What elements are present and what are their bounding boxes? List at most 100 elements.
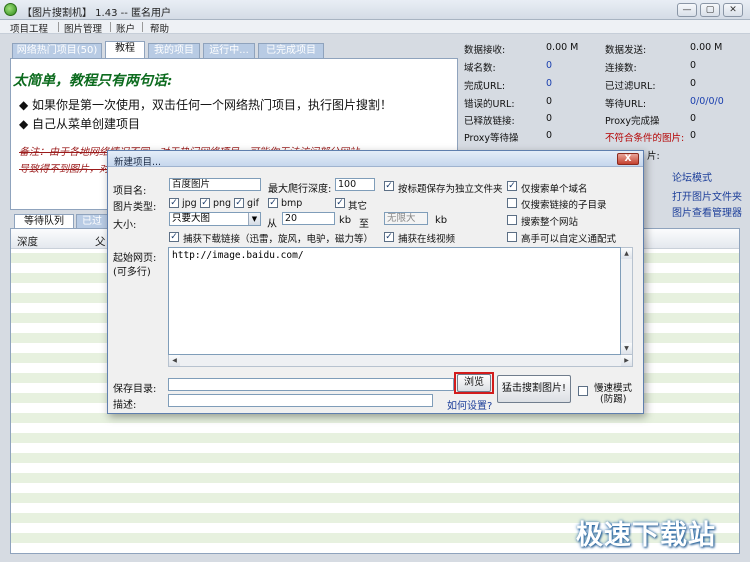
tab-running[interactable]: 运行中... xyxy=(203,43,255,58)
size-from-input[interactable]: 20 xyxy=(282,212,335,225)
queue-row-stripe xyxy=(11,493,739,503)
capture-video-label: 捕获在线视频 xyxy=(398,234,456,245)
menu-separator xyxy=(142,22,143,32)
tutorial-line-1: ◆ 如果你是第一次使用，双击任何一个网络热门项目，执行图片搜割！ xyxy=(19,98,393,112)
stat-value: 0 xyxy=(546,96,553,107)
other-type-checkbox[interactable]: ✓ xyxy=(335,198,345,208)
bmp-checkbox[interactable]: ✓ xyxy=(268,198,278,208)
tutorial-line-2: ◆ 自己从菜单创建项目 xyxy=(19,117,141,131)
stat-label: 域名数: xyxy=(464,63,496,74)
scroll-up-icon[interactable]: ▲ xyxy=(621,248,632,259)
column-depth[interactable]: 深度 xyxy=(17,234,38,249)
menu-image-manage[interactable]: 图片管理 xyxy=(64,21,102,35)
dialog-close-button[interactable]: X xyxy=(617,153,639,165)
save-dir-label: 保存目录: xyxy=(113,384,157,395)
start-page-label: 起始网页: xyxy=(113,253,157,264)
description-input[interactable] xyxy=(168,394,433,407)
stat-label: 完成URL: xyxy=(464,81,506,92)
close-button[interactable]: ✕ xyxy=(723,3,743,17)
chevron-down-icon: ▼ xyxy=(248,213,260,225)
stat-value: 0.00 M xyxy=(690,42,723,53)
stat-value: 0 xyxy=(690,78,697,89)
image-viewer-link[interactable]: 图片查看管理器 xyxy=(672,204,742,219)
only-subdir-label: 仅搜索链接的子目录 xyxy=(521,200,607,211)
stat-value: 0/0/0/0 xyxy=(690,96,724,107)
new-project-dialog: 新建项目... X 项目名: 百度图片 最大爬行深度: 100 ✓ 按标题保存为… xyxy=(107,150,644,414)
title-bar: 【图片搜割机】 1.43 -- 匿名用户 — ▢ ✕ xyxy=(0,0,750,20)
save-dir-input[interactable] xyxy=(168,378,454,391)
kb-label: kb xyxy=(435,215,448,226)
kb-label: kb xyxy=(339,215,352,226)
stat-value: 0 xyxy=(546,60,553,71)
dialog-title: 新建项目... xyxy=(114,157,162,168)
slow-mode-checkbox[interactable] xyxy=(578,386,588,396)
whole-site-checkbox[interactable] xyxy=(507,215,517,225)
save-by-title-label: 按标题保存为独立文件夹 xyxy=(398,184,503,195)
tab-my-projects[interactable]: 我的项目 xyxy=(148,43,200,58)
app-icon xyxy=(4,3,17,16)
stat-label: Proxy等待操 xyxy=(464,133,519,144)
size-to-input[interactable]: 无限大 xyxy=(384,212,428,225)
png-label: png xyxy=(213,198,232,209)
start-page-hint: (可多行) xyxy=(113,267,151,278)
project-name-label: 项目名: xyxy=(113,186,147,197)
size-label: 大小: xyxy=(113,220,137,231)
watermark: 极速下载站 xyxy=(576,520,716,551)
start-page-textarea[interactable]: http://image.baidu.com/ xyxy=(168,247,621,355)
stat-label: 已过滤URL: xyxy=(605,81,656,92)
queue-row-stripe xyxy=(11,453,739,463)
stat-label: 错误的URL: xyxy=(464,99,515,110)
only-subdir-checkbox[interactable] xyxy=(507,198,517,208)
capture-video-checkbox[interactable]: ✓ xyxy=(384,232,394,242)
custom-wildcard-checkbox[interactable] xyxy=(507,232,517,242)
minimize-button[interactable]: — xyxy=(677,3,697,17)
menu-project[interactable]: 项目工程 xyxy=(10,21,48,35)
browse-button[interactable]: 浏览 xyxy=(457,374,491,392)
start-crawl-button[interactable]: 猛击搜割图片! xyxy=(497,375,571,403)
stat-label: 数据接收: xyxy=(464,45,506,56)
stat-value: 0 xyxy=(690,60,697,71)
capture-links-checkbox[interactable]: ✓ xyxy=(169,232,179,242)
stat-label: 已释放链接: xyxy=(464,116,515,127)
tab-hot-projects[interactable]: 网络热门项目(50) xyxy=(12,43,102,58)
tutorial-title: 太简单，教程只有两句话: xyxy=(13,73,173,89)
max-depth-input[interactable]: 100 xyxy=(335,178,375,191)
maximize-button[interactable]: ▢ xyxy=(700,3,720,17)
capture-links-label: 捕获下载链接（迅雷，旋风，电驴，磁力等） xyxy=(183,234,374,245)
vertical-scrollbar[interactable]: ▲ ▼ xyxy=(621,247,633,355)
max-depth-label: 最大爬行深度: xyxy=(268,184,332,195)
column-parent[interactable]: 父 xyxy=(95,234,106,249)
stat-value: 0.00 M xyxy=(546,42,579,53)
png-checkbox[interactable]: ✓ xyxy=(200,198,210,208)
how-to-set-link[interactable]: 如何设置? xyxy=(447,397,492,412)
tab-completed[interactable]: 已完成项目 xyxy=(258,43,324,58)
menu-help[interactable]: 帮助 xyxy=(150,21,169,35)
size-select[interactable]: 只要大图 ▼ xyxy=(169,212,261,226)
scroll-down-icon[interactable]: ▼ xyxy=(621,343,632,354)
tab-waiting-queue[interactable]: 等待队列 xyxy=(14,214,74,228)
horizontal-scrollbar[interactable]: ◀ ▶ xyxy=(168,355,633,367)
queue-row-stripe xyxy=(11,413,739,423)
stat-label: 连接数: xyxy=(605,63,637,74)
only-single-domain-checkbox[interactable]: ✓ xyxy=(507,181,517,191)
description-label: 描述: xyxy=(113,400,137,411)
gif-checkbox[interactable]: ✓ xyxy=(234,198,244,208)
scroll-right-icon[interactable]: ▶ xyxy=(621,355,632,366)
jpg-checkbox[interactable]: ✓ xyxy=(169,198,179,208)
scroll-left-icon[interactable]: ◀ xyxy=(169,355,180,366)
stat-value: 0 xyxy=(690,130,697,141)
other-type-label: 其它 xyxy=(348,201,368,212)
forum-mode-link[interactable]: 论坛模式 xyxy=(672,169,712,184)
save-by-title-checkbox[interactable]: ✓ xyxy=(384,181,394,191)
tab-done-queue[interactable]: 已过 xyxy=(76,214,108,228)
open-image-folder-link[interactable]: 打开图片文件夹 xyxy=(672,188,742,203)
jpg-label: jpg xyxy=(182,198,197,209)
dialog-title-bar: 新建项目... X xyxy=(108,151,643,168)
project-name-input[interactable]: 百度图片 xyxy=(169,178,261,191)
menu-bar: 项目工程 图片管理 账户 帮助 xyxy=(0,20,750,35)
menu-separator xyxy=(58,22,59,32)
stat-label: Proxy完成操 xyxy=(605,116,660,127)
tab-tutorial[interactable]: 教程 xyxy=(105,41,145,59)
slow-mode-sub-label: (防踢) xyxy=(600,394,627,405)
menu-account[interactable]: 账户 xyxy=(116,21,135,35)
